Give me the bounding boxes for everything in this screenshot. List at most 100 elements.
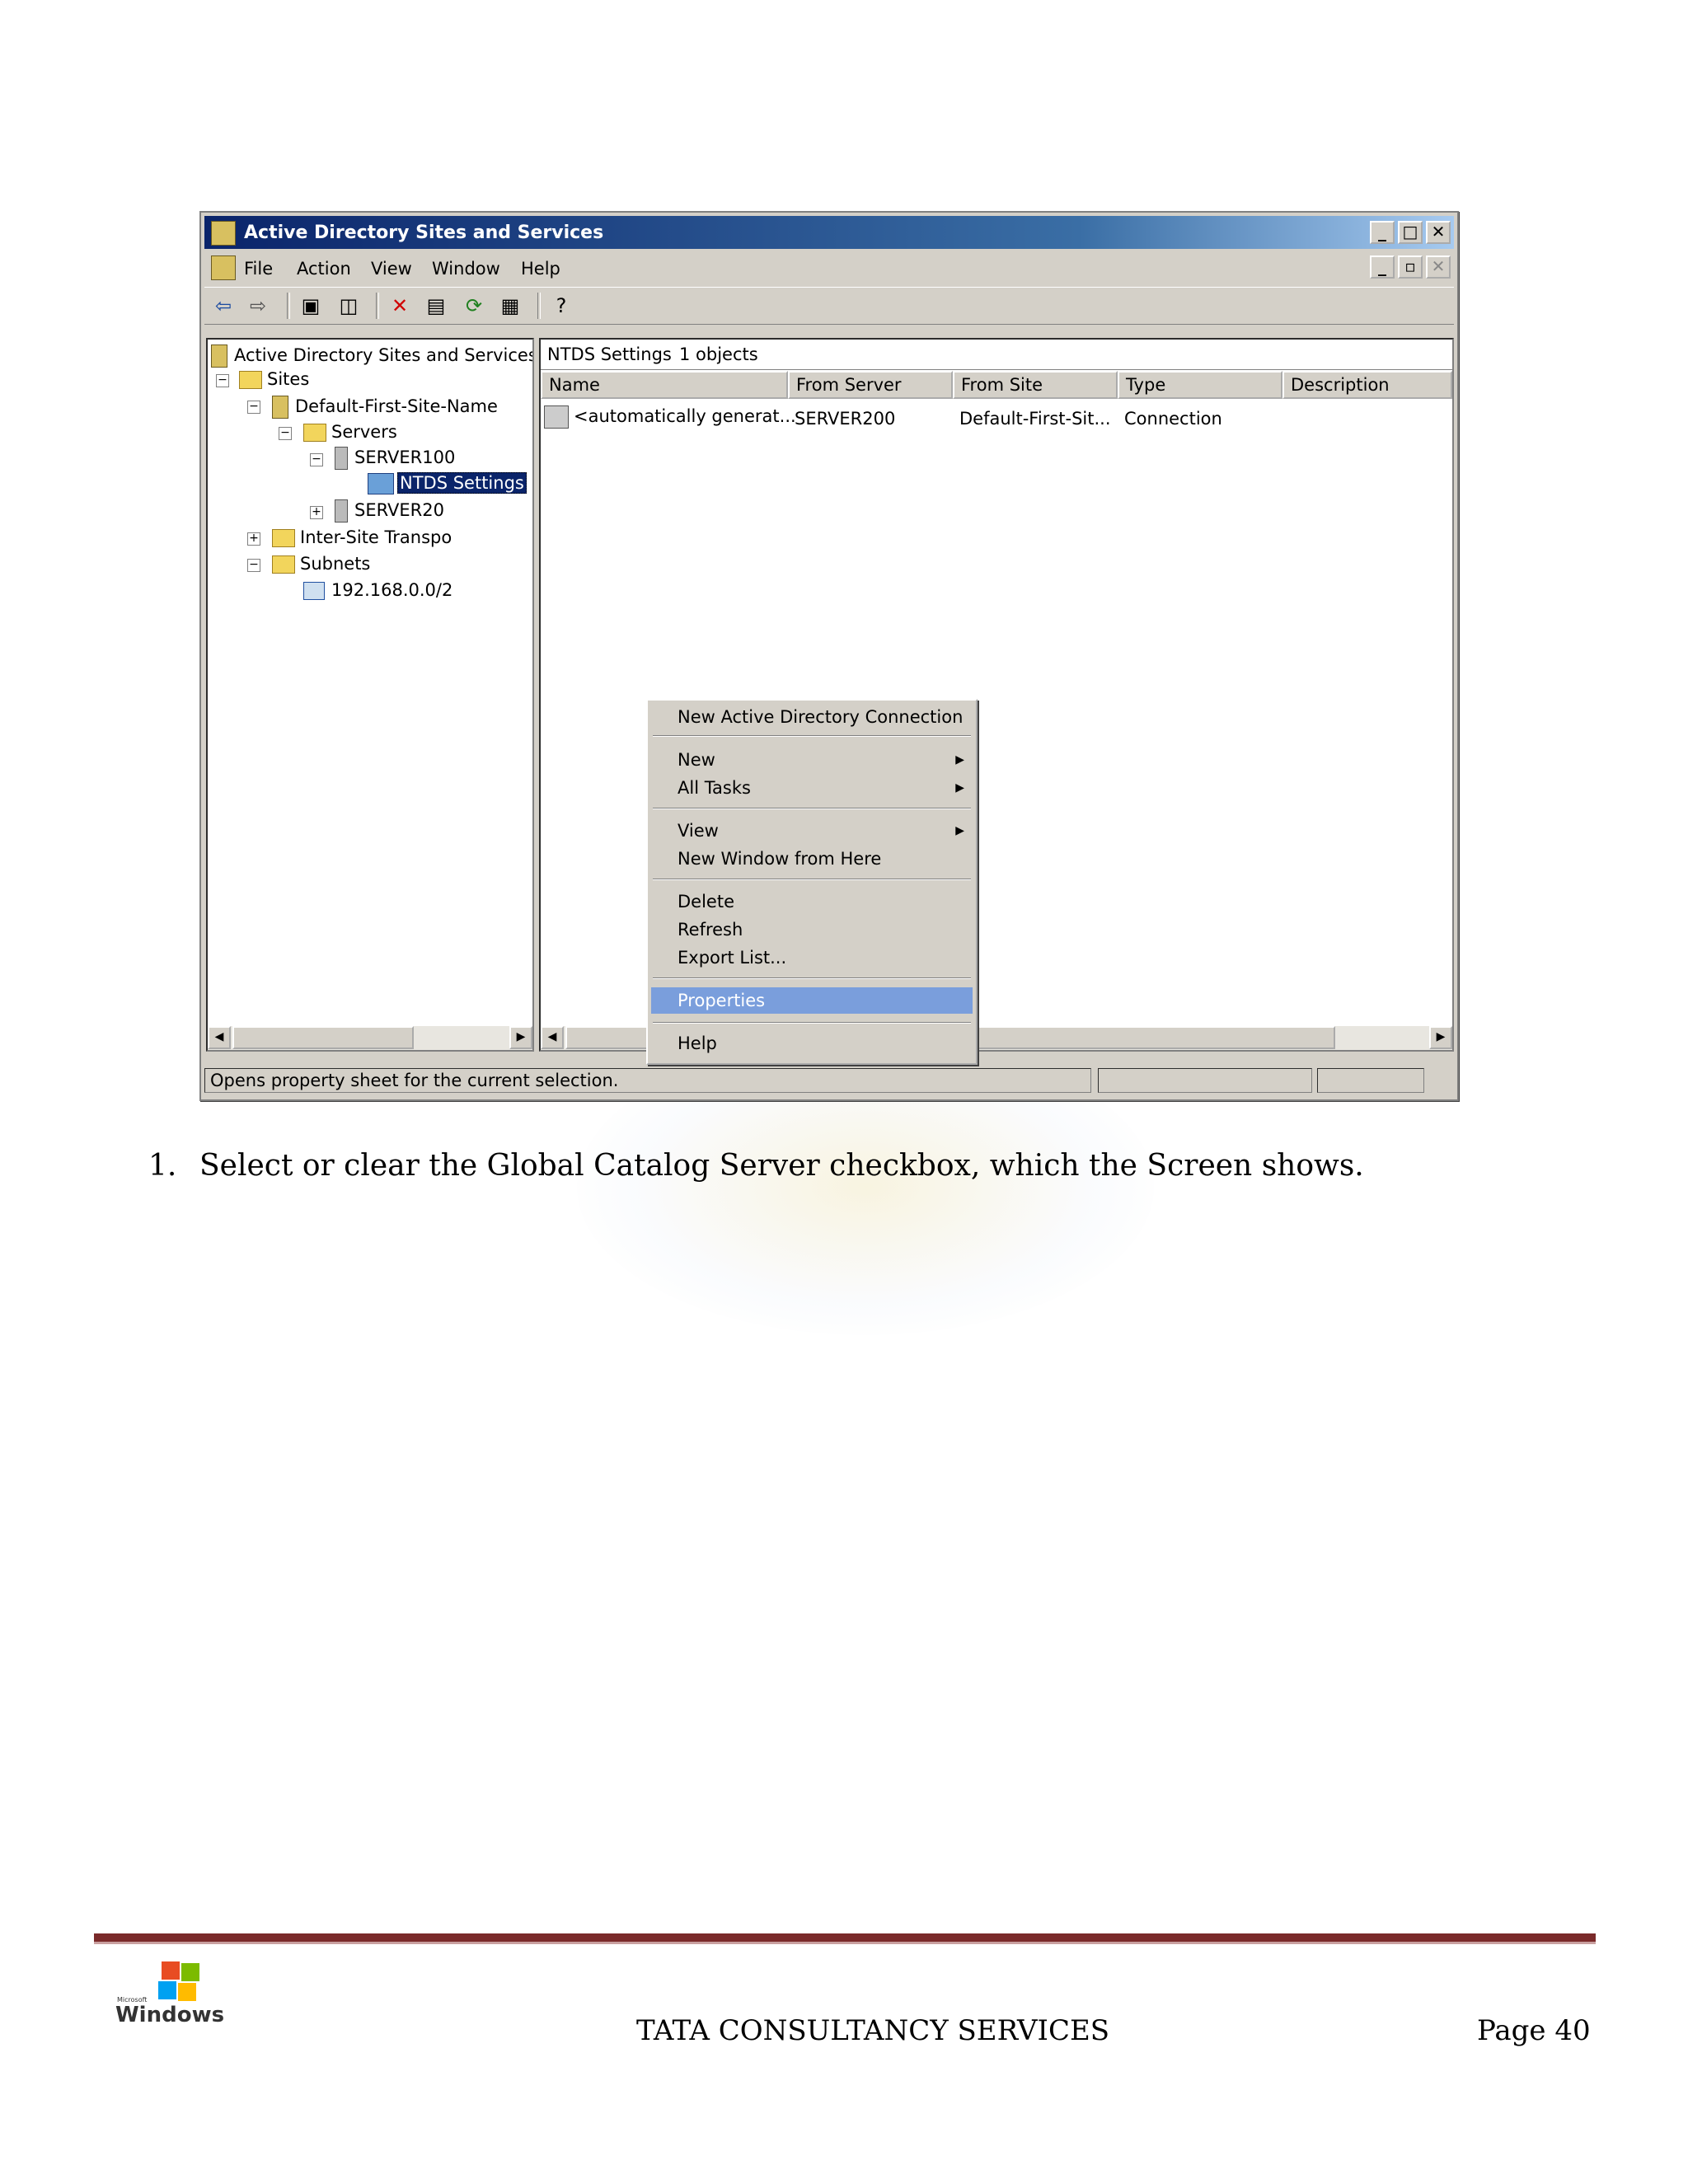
scroll-thumb[interactable] — [232, 1026, 414, 1049]
tree-item-default-site[interactable]: Default-First-Site-Name — [272, 396, 498, 419]
help-icon[interactable]: ? — [549, 294, 574, 317]
submenu-arrow-icon: ▶ — [955, 753, 964, 766]
submenu-arrow-icon: ▶ — [955, 781, 964, 794]
tree-item-server100[interactable]: SERVER100 — [335, 447, 455, 470]
menu-view-label: View — [678, 821, 719, 841]
expand-icon[interactable]: + — [247, 532, 260, 546]
menu-new[interactable]: New ▶ — [651, 747, 973, 773]
column-type[interactable]: Type — [1118, 371, 1282, 399]
menu-action[interactable]: Action — [297, 259, 351, 279]
app-icon — [211, 221, 236, 246]
child-close-button[interactable]: ✕ — [1426, 255, 1451, 279]
scroll-right-arrow-icon[interactable]: ▶ — [1429, 1026, 1452, 1049]
scroll-right-arrow-icon[interactable]: ▶ — [509, 1026, 532, 1049]
context-menu: New Active Directory Connection New ▶ All… — [646, 699, 978, 1065]
column-description[interactable]: Description — [1282, 371, 1452, 399]
tree-item-label: Sites — [267, 369, 310, 389]
logo-flag-red — [162, 1961, 180, 1980]
refresh-icon[interactable]: ⟳ — [462, 294, 486, 317]
column-name[interactable]: Name — [541, 371, 788, 399]
step-number: 1. — [148, 1149, 177, 1183]
folder-icon — [272, 555, 295, 574]
menu-help[interactable]: Help — [651, 1030, 973, 1057]
status-bar: Opens property sheet for the current sel… — [204, 1066, 1454, 1096]
close-button[interactable]: ✕ — [1426, 221, 1451, 244]
tree-item-label: Servers — [331, 422, 397, 442]
menu-all-tasks[interactable]: All Tasks ▶ — [651, 775, 973, 801]
site-icon — [272, 396, 288, 419]
menu-view[interactable]: View — [371, 259, 412, 279]
server-icon — [335, 499, 348, 523]
up-folder-icon[interactable]: ▣ — [298, 294, 323, 317]
footer-divider — [94, 1933, 1596, 1944]
menu-new-label: New — [678, 750, 715, 770]
title-bar[interactable]: Active Directory Sites and Services _ □ … — [204, 216, 1454, 249]
menu-all-tasks-label: All Tasks — [678, 778, 751, 798]
collapse-icon[interactable]: − — [247, 559, 260, 572]
tree-item-subnet[interactable]: 192.168.0.0/2 — [303, 580, 452, 600]
menu-new-ad-connection[interactable]: New Active Directory Connection — [651, 704, 973, 730]
tree-item-server200[interactable]: SERVER20 — [335, 499, 444, 523]
menu-file[interactable]: File — [244, 259, 273, 279]
child-minimize-button[interactable]: _ — [1370, 255, 1395, 279]
connection-icon — [544, 405, 569, 429]
menu-bar: File Action View Window Help _ ▫ ✕ — [204, 252, 1454, 284]
scroll-left-arrow-icon[interactable]: ◀ — [208, 1026, 231, 1049]
tree-item-label: Inter-Site Transpo — [300, 527, 452, 547]
menu-window[interactable]: Window — [432, 259, 500, 279]
export-list-icon[interactable]: ▦ — [498, 294, 523, 317]
minimize-button[interactable]: _ — [1370, 221, 1395, 244]
back-icon[interactable]: ⇦ — [211, 294, 236, 317]
tree-root[interactable]: Active Directory Sites and Services [s — [211, 344, 534, 368]
column-from-server[interactable]: From Server — [788, 371, 953, 399]
logo-windows-text: Windows — [115, 2003, 225, 2027]
table-row[interactable]: <automatically generat... — [544, 405, 796, 429]
menu-separator — [653, 879, 971, 880]
menu-separator — [653, 1022, 971, 1024]
server-icon — [335, 447, 348, 470]
menu-delete[interactable]: Delete — [651, 888, 973, 915]
tree-item-inter-site[interactable]: Inter-Site Transpo — [272, 527, 452, 547]
collapse-icon[interactable]: − — [216, 374, 229, 387]
menu-export-list[interactable]: Export List... — [651, 944, 973, 971]
menu-help[interactable]: Help — [521, 259, 560, 279]
toolbar-separator — [376, 293, 379, 319]
tree-root-label: Active Directory Sites and Services [s — [234, 345, 534, 365]
menu-view[interactable]: View ▶ — [651, 818, 973, 844]
maximize-button[interactable]: □ — [1398, 221, 1423, 244]
tree-item-label: SERVER100 — [354, 448, 456, 467]
folder-icon — [239, 371, 262, 389]
subnet-icon — [303, 582, 325, 600]
status-panel-2 — [1098, 1068, 1312, 1093]
tree-item-label: SERVER20 — [354, 500, 444, 520]
menu-new-window[interactable]: New Window from Here — [651, 846, 973, 872]
details-title: NTDS Settings — [547, 344, 672, 364]
row-from-server: SERVER200 — [795, 409, 896, 429]
tree-item-sites[interactable]: Sites — [239, 369, 309, 389]
footer-page-number: Page 40 — [1477, 2014, 1591, 2047]
delete-icon[interactable]: ✕ — [387, 294, 412, 317]
tree-item-subnets[interactable]: Subnets — [272, 554, 370, 574]
collapse-icon[interactable]: − — [310, 453, 323, 466]
logo-flag-yellow — [178, 1983, 196, 2001]
menu-refresh[interactable]: Refresh — [651, 916, 973, 943]
tree-horizontal-scrollbar[interactable]: ◀ ▶ — [208, 1025, 532, 1050]
properties-icon[interactable]: ▤ — [424, 294, 448, 317]
row-name: <automatically generat... — [574, 406, 796, 426]
console-tree[interactable]: Active Directory Sites and Services [s −… — [206, 338, 534, 1052]
scroll-left-arrow-icon[interactable]: ◀ — [541, 1026, 564, 1049]
tree-item-servers[interactable]: Servers — [303, 422, 397, 442]
column-from-site[interactable]: From Site — [953, 371, 1118, 399]
forward-icon[interactable]: ⇨ — [246, 294, 270, 317]
windows-logo: Microsoft Windows — [115, 1961, 225, 2027]
tree-item-ntds-settings[interactable]: NTDS Settings — [368, 472, 527, 494]
collapse-icon[interactable]: − — [279, 427, 292, 440]
show-hide-tree-icon[interactable]: ◫ — [336, 294, 361, 317]
submenu-arrow-icon: ▶ — [955, 824, 964, 837]
ad-sites-window: Active Directory Sites and Services _ □ … — [199, 211, 1459, 1101]
collapse-icon[interactable]: − — [247, 401, 260, 414]
child-restore-button[interactable]: ▫ — [1398, 255, 1423, 279]
menu-separator — [653, 735, 971, 737]
expand-icon[interactable]: + — [310, 506, 323, 519]
menu-properties[interactable]: Properties — [651, 987, 973, 1014]
